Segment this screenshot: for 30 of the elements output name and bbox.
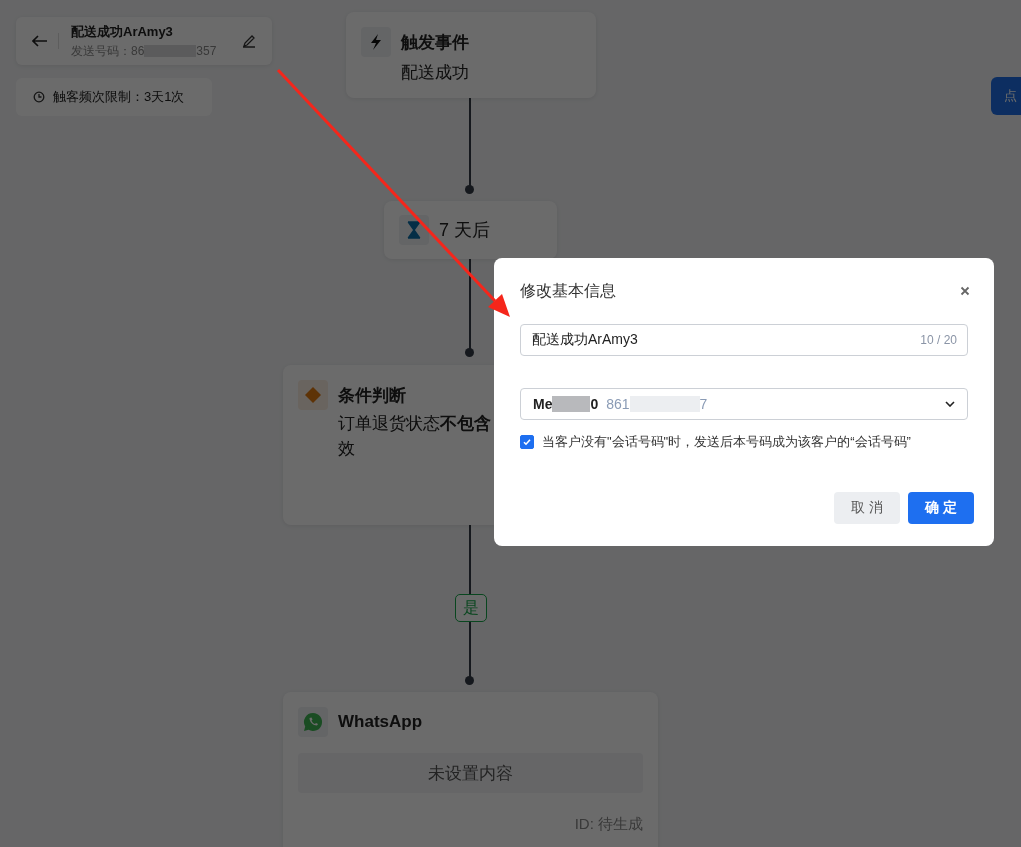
flow-title: 配送成功ArAmy3 — [71, 22, 174, 41]
cancel-button[interactable]: 取 消 — [834, 492, 900, 524]
hourglass-icon — [399, 215, 429, 245]
branch-label: 是 — [455, 594, 487, 622]
pencil-icon[interactable] — [242, 34, 256, 48]
chevron-down-icon — [945, 401, 955, 407]
sender-select[interactable]: Me 0 861 7 — [520, 388, 968, 420]
flow-node[interactable]: 触发事件 配送成功 — [346, 12, 596, 98]
node-detail: 订单退货状态不包含 — [338, 413, 491, 435]
node-title: 条件判断 — [338, 384, 406, 407]
side-button[interactable]: 点 — [991, 77, 1021, 115]
checkmark-icon — [522, 437, 532, 447]
back-arrow-icon[interactable] — [32, 35, 48, 47]
redaction-mask — [552, 396, 591, 412]
chat-bubble-icon — [298, 707, 328, 737]
close-icon[interactable] — [960, 286, 970, 296]
node-detail: 效 — [338, 438, 355, 460]
confirm-button[interactable]: 确 定 — [908, 492, 974, 524]
character-counter: 10 / 20 — [920, 333, 957, 347]
dialog-title: 修改基本信息 — [520, 280, 616, 301]
content-placeholder[interactable]: 未设置内容 — [298, 753, 643, 793]
node-title: 触发事件 — [401, 31, 469, 54]
node-title: 7 天后 — [439, 219, 490, 242]
node-title: WhatsApp — [338, 712, 423, 732]
flow-node[interactable]: 7 天后 — [384, 201, 557, 259]
frequency-limit: 触客频次限制：3天1次 — [53, 88, 185, 106]
lightning-icon — [361, 27, 391, 57]
node-detail: 配送成功 — [401, 62, 469, 84]
clock-icon — [33, 91, 45, 103]
checkbox[interactable] — [520, 435, 534, 449]
